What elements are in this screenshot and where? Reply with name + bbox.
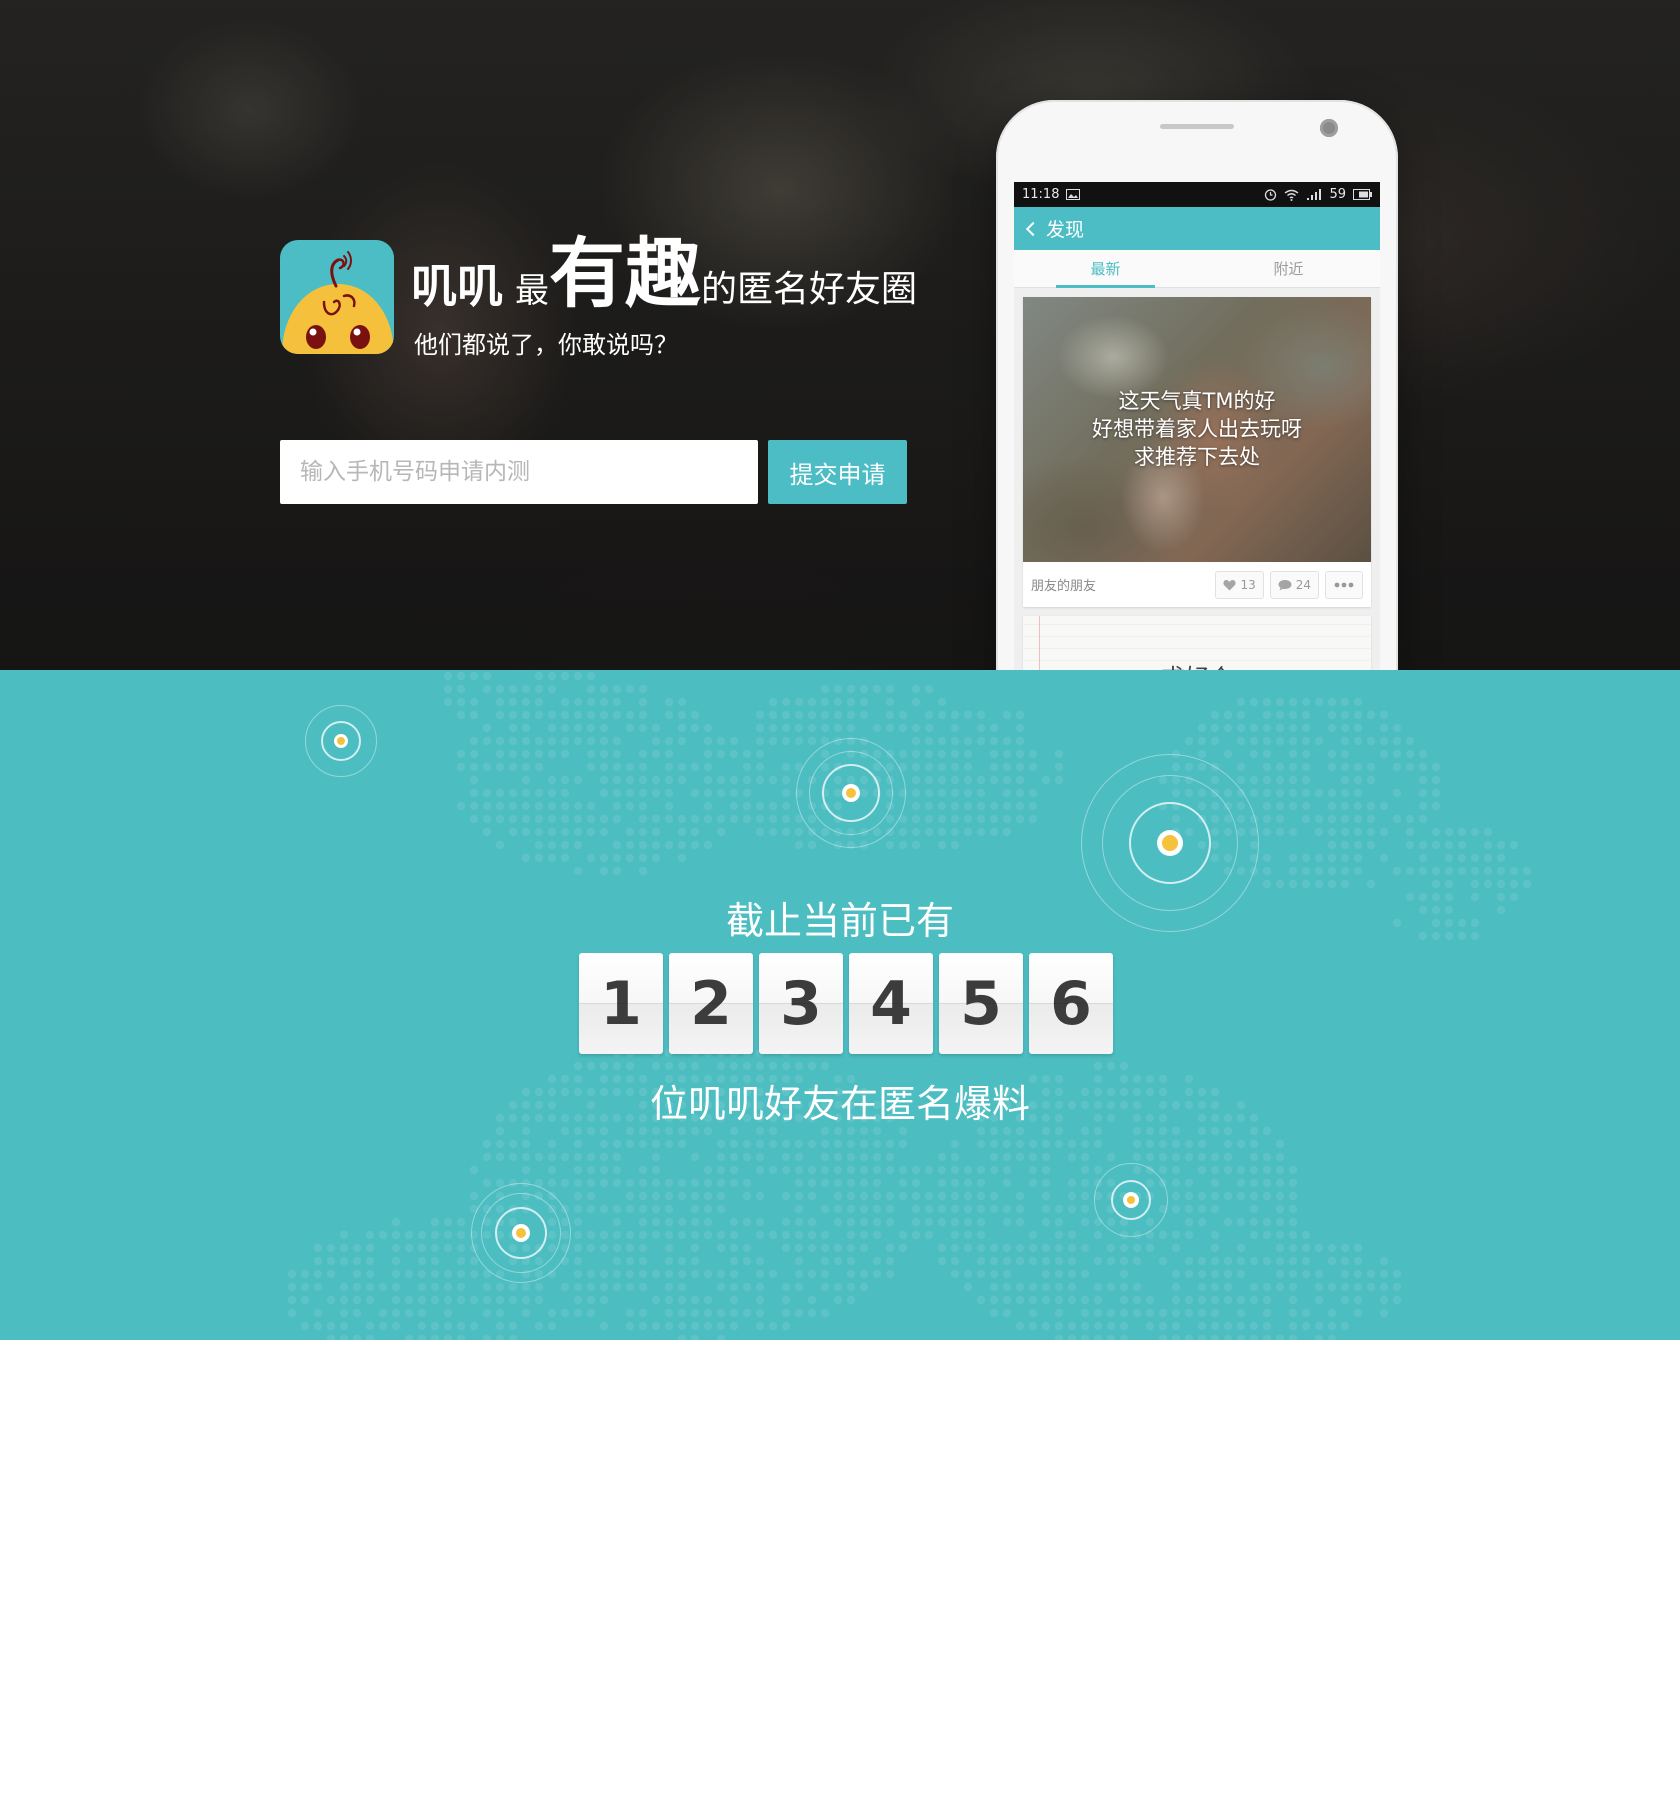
brand-most-word: 最 <box>515 271 549 311</box>
location-ping-icon <box>796 738 906 848</box>
status-time: 11:18 <box>1022 187 1060 202</box>
phone-number-input[interactable] <box>280 440 758 504</box>
submit-application-button[interactable]: 提交申请 <box>768 440 907 504</box>
counter-digit: 5 <box>939 953 1023 1054</box>
counter-digit: 1 <box>579 953 663 1054</box>
chick-mascot-icon <box>282 251 394 354</box>
tab-latest[interactable]: 最新 <box>1014 250 1197 288</box>
card-text: 求好个 <box>1023 658 1371 670</box>
battery-icon <box>1353 189 1372 200</box>
counter-digit: 6 <box>1029 953 1113 1054</box>
brand-fun-word: 有趣 <box>549 229 701 318</box>
alarm-icon <box>1265 189 1277 201</box>
feed-card[interactable]: 这天气真TM的好 好想带着家人出去玩呀 求推荐下去处 朋友的朋友 13 24 <box>1023 297 1371 607</box>
user-counter: 1 2 3 4 5 6 <box>579 953 1113 1054</box>
comment-button[interactable]: 24 <box>1269 570 1319 599</box>
phone-screen: 11:18 59 发现 最新 附近 这天气真TM的好 好想带着家人出去玩呀 求推… <box>1014 182 1380 670</box>
brand-headline: 叽叽 最 有趣 的匿名好友圈 <box>411 232 931 312</box>
phone-camera <box>1320 119 1338 137</box>
counter-digit: 2 <box>669 953 753 1054</box>
location-ping-icon <box>1094 1163 1168 1237</box>
phone-speaker <box>1160 124 1234 129</box>
hero-background-overlay <box>0 0 1680 670</box>
hero-section: 叽叽 最 有趣 的匿名好友圈 他们都说了，你敢说吗？ 提交申请 11:18 <box>0 0 1680 670</box>
more-dots-icon <box>1334 582 1354 587</box>
card-footer: 朋友的朋友 13 24 <box>1023 562 1371 607</box>
status-bar: 11:18 59 <box>1014 182 1380 207</box>
app-navbar: 发现 <box>1014 207 1380 250</box>
brand-headline-rest: 的匿名好友圈 <box>701 269 918 310</box>
phone-mockup: 11:18 59 发现 最新 附近 这天气真TM的好 好想带着家人出去玩呀 求推… <box>996 100 1398 670</box>
like-button[interactable]: 13 <box>1215 570 1264 599</box>
signal-icon <box>1307 189 1322 200</box>
brand-tagline: 他们都说了，你敢说吗？ <box>414 331 678 359</box>
app-logo <box>280 240 394 354</box>
location-ping-icon <box>305 705 377 777</box>
card-caption-line: 这天气真TM的好 <box>1118 389 1276 413</box>
like-count: 13 <box>1240 577 1256 592</box>
card-caption-line: 好想带着家人出去玩呀 <box>1092 417 1302 441</box>
feed-card[interactable]: 求好个 <box>1023 616 1371 670</box>
stats-subheading: 位叽叽好友在匿名爆料 <box>649 1082 1030 1126</box>
comment-count: 24 <box>1295 577 1311 592</box>
location-ping-icon <box>471 1183 571 1283</box>
tab-nearby[interactable]: 附近 <box>1197 250 1380 287</box>
image-notification-icon <box>1066 189 1081 200</box>
more-button[interactable] <box>1325 570 1363 599</box>
stats-heading: 截止当前已有 <box>725 899 954 943</box>
card-caption: 这天气真TM的好 好想带着家人出去玩呀 求推荐下去处 <box>1023 387 1371 471</box>
brand-name: 叽叽 <box>411 259 503 313</box>
counter-digit: 3 <box>759 953 843 1054</box>
card-photo: 这天气真TM的好 好想带着家人出去玩呀 求推荐下去处 <box>1023 297 1371 562</box>
heart-icon <box>1223 579 1237 590</box>
stats-section: 截止当前已有 1 2 3 4 5 6 位叽叽好友在匿名爆料 <box>0 670 1680 1340</box>
wifi-icon <box>1285 189 1299 201</box>
card-author: 朋友的朋友 <box>1031 579 1097 594</box>
counter-digit: 4 <box>849 953 933 1054</box>
status-battery-level: 59 <box>1329 187 1346 202</box>
feed-tabs: 最新 附近 <box>1014 250 1380 288</box>
card-caption-line: 求推荐下去处 <box>1134 445 1260 469</box>
comment-bubble-icon <box>1278 579 1292 590</box>
nav-title: 发现 <box>1046 219 1085 241</box>
back-chevron-icon[interactable] <box>1025 221 1041 236</box>
